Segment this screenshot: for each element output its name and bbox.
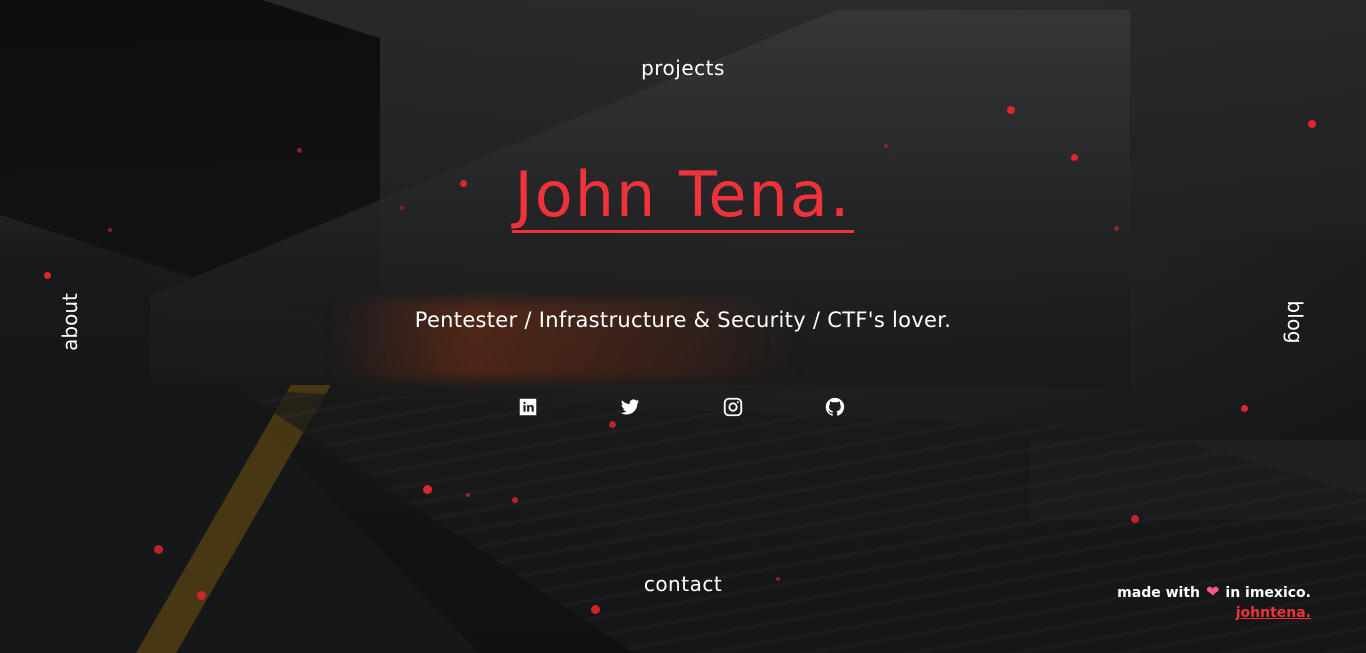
particle-dot <box>512 497 518 503</box>
particle-dot <box>609 421 616 428</box>
linkedin-link[interactable] <box>517 396 541 420</box>
hero-name-underlined: John Tena. <box>512 158 854 233</box>
footer-credit: made with ❤ in imexico. johntena. <box>1117 582 1311 623</box>
hero-name-text: John Tena <box>514 158 830 231</box>
particle-dot <box>591 605 600 614</box>
page-background: projects about blog contact John Tena. P… <box>0 0 1366 653</box>
made-with-text: made with <box>1117 585 1200 601</box>
particle-dot <box>466 493 470 497</box>
hero-tagline: Pentester / Infrastructure & Security / … <box>414 308 952 332</box>
particle-dot <box>423 485 432 494</box>
particle-dot <box>1007 106 1015 114</box>
twitter-icon <box>620 399 640 415</box>
instagram-link[interactable] <box>722 396 746 420</box>
github-icon <box>825 397 845 416</box>
particle-dot <box>884 144 888 148</box>
particle-dot <box>297 148 302 153</box>
instagram-icon <box>723 397 743 417</box>
hero-name-dot: . <box>829 158 852 231</box>
particle-dot <box>1131 515 1139 523</box>
social-links <box>0 396 1366 422</box>
particle-dot <box>1308 120 1316 128</box>
credit-line: made with ❤ in imexico. <box>1117 582 1311 603</box>
location-text: in imexico. <box>1225 585 1311 601</box>
hero-name: John Tena. <box>0 158 1366 233</box>
linkedin-icon <box>519 398 537 416</box>
nav-projects-link[interactable]: projects <box>0 56 1366 80</box>
nav-projects-label[interactable]: projects <box>641 56 725 80</box>
github-link[interactable] <box>824 396 848 420</box>
author-link[interactable]: johntena. <box>1236 605 1311 621</box>
nav-contact-label[interactable]: contact <box>644 572 722 596</box>
particle-dot <box>154 545 163 554</box>
heart-icon: ❤ <box>1206 582 1220 601</box>
twitter-link[interactable] <box>619 396 643 420</box>
particle-dot <box>44 272 51 279</box>
